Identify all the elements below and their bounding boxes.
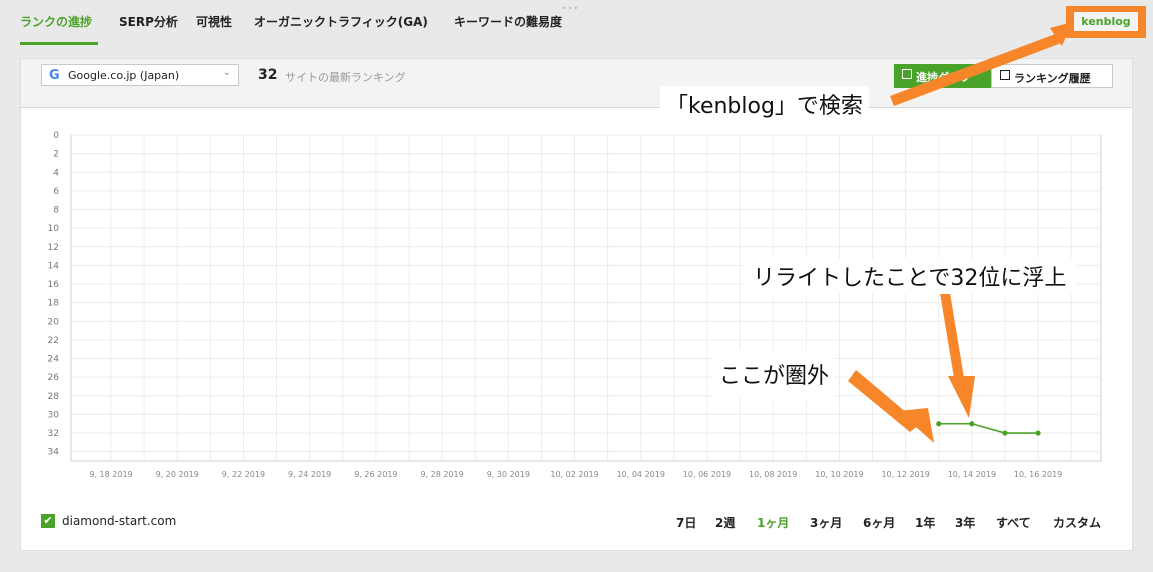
range-1m[interactable]: 1ヶ月 bbox=[757, 514, 789, 531]
range-2w[interactable]: 2週 bbox=[715, 514, 735, 531]
annotation-search: 「kenblog」で検索 bbox=[660, 86, 869, 122]
y-tick-label: 4 bbox=[53, 168, 59, 178]
brand-highlight: kenblog bbox=[1066, 6, 1146, 38]
chevron-down-icon: ⌄ bbox=[222, 67, 231, 78]
range-3m[interactable]: 3ヶ月 bbox=[810, 514, 842, 531]
site-count: 32 bbox=[258, 67, 278, 83]
x-tick-label: 9, 24 2019 bbox=[288, 470, 331, 479]
x-tick-label: 9, 30 2019 bbox=[487, 470, 530, 479]
data-point bbox=[1002, 430, 1008, 436]
x-tick-label: 10, 02 2019 bbox=[550, 470, 598, 479]
annotation-out-of-rank: ここが圏外 bbox=[713, 350, 836, 398]
top-nav: ランクの進捗 SERP分析 可視性 オーガニックトラフィック(GA) キーワード… bbox=[0, 0, 1153, 46]
range-6m[interactable]: 6ヶ月 bbox=[863, 514, 895, 531]
x-tick-label: 10, 04 2019 bbox=[617, 470, 665, 479]
y-tick-label: 26 bbox=[48, 373, 60, 383]
google-g-icon: G bbox=[49, 68, 60, 83]
x-tick-label: 9, 28 2019 bbox=[420, 470, 463, 479]
progress-graph-label: 進捗グラフ bbox=[916, 71, 971, 84]
rank-chart: 02468101214161820222426283032349, 18 201… bbox=[48, 131, 1102, 479]
y-tick-label: 14 bbox=[48, 261, 60, 271]
chart-plot-area bbox=[70, 134, 1102, 462]
range-all[interactable]: すべて bbox=[996, 514, 1031, 531]
data-point bbox=[1035, 430, 1041, 436]
ranking-history-label: ランキング履歴 bbox=[1014, 72, 1091, 85]
x-tick-label: 10, 12 2019 bbox=[881, 470, 929, 479]
y-tick-label: 22 bbox=[48, 336, 59, 346]
data-point bbox=[969, 421, 975, 427]
range-custom[interactable]: カスタム bbox=[1053, 514, 1101, 531]
tab-rank-progress[interactable]: ランクの進捗 bbox=[20, 13, 92, 30]
x-tick-label: 10, 06 2019 bbox=[683, 470, 731, 479]
ranking-history-button[interactable]: ランキング履歴 bbox=[991, 64, 1113, 88]
progress-graph-button[interactable]: 進捗グラフ bbox=[894, 64, 991, 88]
annotation-rewrite: リライトしたことで32位に浮上 bbox=[743, 258, 1077, 294]
tab-organic-traffic[interactable]: オーガニックトラフィック(GA) bbox=[254, 13, 428, 30]
y-tick-label: 18 bbox=[48, 299, 60, 309]
x-tick-label: 9, 18 2019 bbox=[89, 470, 132, 479]
y-tick-label: 10 bbox=[48, 224, 60, 234]
y-tick-label: 30 bbox=[48, 410, 60, 420]
site-count-label: サイトの最新ランキング bbox=[285, 71, 406, 84]
site-check-icon[interactable]: ✔ bbox=[41, 514, 55, 528]
y-tick-label: 16 bbox=[48, 280, 60, 290]
active-tab-indicator bbox=[20, 42, 98, 45]
x-tick-label: 10, 10 2019 bbox=[815, 470, 863, 479]
card-toolbar: G Google.co.jp (Japan) ⌄ 32 サイトの最新ランキング … bbox=[21, 59, 1132, 108]
rank-card: G Google.co.jp (Japan) ⌄ 32 サイトの最新ランキング … bbox=[20, 58, 1133, 551]
checkbox-icon bbox=[902, 69, 912, 79]
y-tick-label: 8 bbox=[53, 206, 59, 216]
x-tick-label: 9, 20 2019 bbox=[156, 470, 199, 479]
y-tick-label: 32 bbox=[48, 429, 59, 439]
y-tick-label: 28 bbox=[48, 392, 60, 402]
x-tick-label: 10, 14 2019 bbox=[948, 470, 996, 479]
data-point bbox=[936, 421, 942, 427]
tab-visibility[interactable]: 可視性 bbox=[196, 13, 232, 30]
drag-handle-icon: ••• bbox=[562, 4, 580, 13]
y-tick-label: 24 bbox=[48, 355, 60, 365]
project-name[interactable]: kenblog bbox=[1074, 12, 1138, 31]
range-1y[interactable]: 1年 bbox=[915, 514, 935, 531]
x-tick-label: 9, 22 2019 bbox=[222, 470, 265, 479]
y-tick-label: 34 bbox=[48, 448, 60, 458]
x-tick-label: 10, 16 2019 bbox=[1014, 470, 1062, 479]
tab-serp-analysis[interactable]: SERP分析 bbox=[119, 13, 178, 30]
x-tick-label: 9, 26 2019 bbox=[354, 470, 397, 479]
table-icon bbox=[1000, 70, 1010, 80]
y-tick-label: 2 bbox=[53, 150, 59, 160]
y-tick-label: 20 bbox=[48, 317, 60, 327]
y-tick-label: 12 bbox=[48, 243, 59, 253]
search-engine-value: Google.co.jp (Japan) bbox=[68, 69, 180, 82]
y-tick-label: 0 bbox=[53, 131, 59, 141]
x-tick-label: 10, 08 2019 bbox=[749, 470, 797, 479]
search-engine-select[interactable]: G Google.co.jp (Japan) ⌄ bbox=[41, 64, 239, 86]
y-tick-label: 6 bbox=[53, 187, 59, 197]
range-7d[interactable]: 7日 bbox=[676, 514, 696, 531]
site-legend-label: diamond-start.com bbox=[62, 514, 177, 528]
tab-keyword-difficulty[interactable]: キーワードの難易度 bbox=[454, 13, 562, 30]
range-3y[interactable]: 3年 bbox=[955, 514, 975, 531]
